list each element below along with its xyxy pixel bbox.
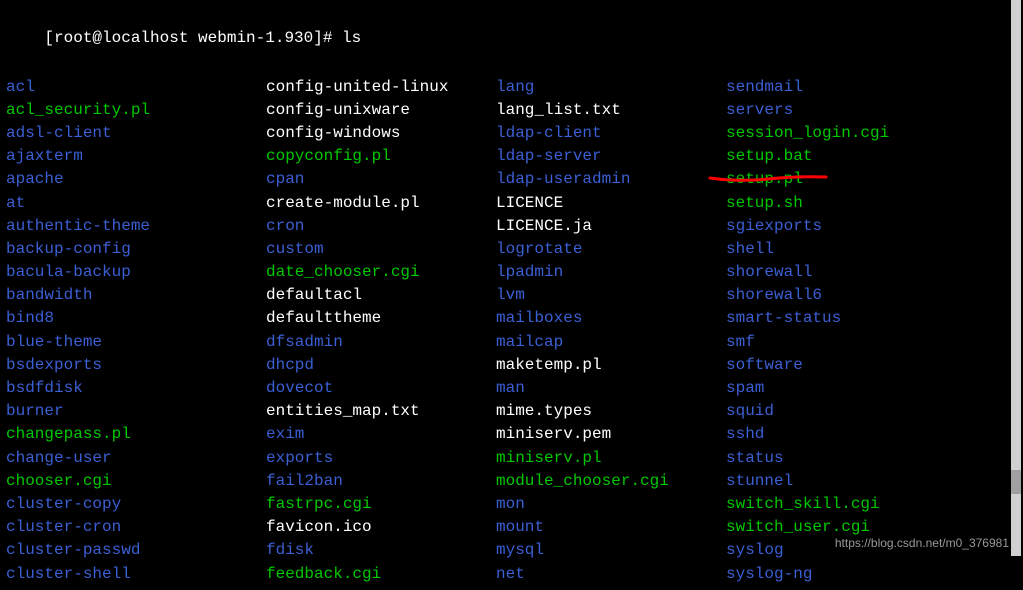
ls-entry-lang-list-txt: lang_list.txt [496,99,726,122]
ls-entry-lang: lang [496,76,726,99]
ls-entry-mysql: mysql [496,539,726,562]
ls-entry-custom: custom [266,238,496,261]
ls-entry-mailboxes: mailboxes [496,307,726,330]
ls-entry-fdisk: fdisk [266,539,496,562]
ls-entry-cpan: cpan [266,168,496,191]
ls-entry-entities-map-txt: entities_map.txt [266,400,496,423]
ls-entry-favicon-ico: favicon.ico [266,516,496,539]
ls-entry-apache: apache [6,168,266,191]
ls-entry-bsdfdisk: bsdfdisk [6,377,266,400]
ls-entry-cluster-cron: cluster-cron [6,516,266,539]
ls-entry-cluster-copy: cluster-copy [6,493,266,516]
ls-entry-mon: mon [496,493,726,516]
prompt-text: [root@localhost webmin-1.930]# ls [44,29,361,47]
ls-entry-shorewall: shorewall [726,261,1017,284]
ls-entry-sshd: sshd [726,423,1017,446]
ls-entry-dfsadmin: dfsadmin [266,331,496,354]
ls-column-4: sendmailserverssession_login.cgisetup.ba… [726,76,1017,586]
ls-entry-bind8: bind8 [6,307,266,330]
ls-entry-chooser-cgi: chooser.cgi [6,470,266,493]
ls-entry-miniserv-pem: miniserv.pem [496,423,726,446]
ls-entry-bacula-backup: bacula-backup [6,261,266,284]
ls-entry-mime-types: mime.types [496,400,726,423]
ls-entry-maketemp-pl: maketemp.pl [496,354,726,377]
ls-entry-blue-theme: blue-theme [6,331,266,354]
ls-entry-ldap-server: ldap-server [496,145,726,168]
ls-entry-smf: smf [726,331,1017,354]
ls-entry-setup-bat: setup.bat [726,145,1017,168]
ls-entry-ldap-useradmin: ldap-useradmin [496,168,726,191]
ls-entry-status: status [726,447,1017,470]
ls-entry-feedback-cgi: feedback.cgi [266,563,496,586]
ls-entry-create-module-pl: create-module.pl [266,192,496,215]
ls-entry-authentic-theme: authentic-theme [6,215,266,238]
ls-entry-at: at [6,192,266,215]
ls-entry-software: software [726,354,1017,377]
ls-entry-cron: cron [266,215,496,238]
ls-entry-mount: mount [496,516,726,539]
ls-entry-setup-sh: setup.sh [726,192,1017,215]
ls-entry-copyconfig-pl: copyconfig.pl [266,145,496,168]
ls-entry-switch-skill-cgi: switch_skill.cgi [726,493,1017,516]
ls-entry-ajaxterm: ajaxterm [6,145,266,168]
ls-entry-shorewall6: shorewall6 [726,284,1017,307]
ls-entry-sgiexports: sgiexports [726,215,1017,238]
ls-entry-bandwidth: bandwidth [6,284,266,307]
ls-entry-session-login-cgi: session_login.cgi [726,122,1017,145]
ls-entry-exports: exports [266,447,496,470]
watermark-text: https://blog.csdn.net/m0_376981 [835,535,1009,552]
ls-entry-cluster-shell: cluster-shell [6,563,266,586]
vertical-scrollbar[interactable] [1011,0,1021,556]
ls-entry-acl: acl [6,76,266,99]
ls-entry-dhcpd: dhcpd [266,354,496,377]
ls-entry-lpadmin: lpadmin [496,261,726,284]
ls-entry-defaulttheme: defaulttheme [266,307,496,330]
ls-entry-man: man [496,377,726,400]
ls-entry-licence-ja: LICENCE.ja [496,215,726,238]
ls-entry-ldap-client: ldap-client [496,122,726,145]
ls-entry-setup-pl: setup.pl [726,168,1017,191]
ls-entry-dovecot: dovecot [266,377,496,400]
ls-entry-net: net [496,563,726,586]
ls-entry-date-chooser-cgi: date_chooser.cgi [266,261,496,284]
ls-entry-cluster-passwd: cluster-passwd [6,539,266,562]
ls-column-1: aclacl_security.pladsl-clientajaxtermapa… [6,76,266,586]
ls-entry-lvm: lvm [496,284,726,307]
ls-entry-bsdexports: bsdexports [6,354,266,377]
ls-entry-sendmail: sendmail [726,76,1017,99]
ls-entry-change-user: change-user [6,447,266,470]
ls-entry-backup-config: backup-config [6,238,266,261]
ls-entry-stunnel: stunnel [726,470,1017,493]
ls-column-2: config-united-linuxconfig-unixwareconfig… [266,76,496,586]
ls-entry-servers: servers [726,99,1017,122]
ls-entry-module-chooser-cgi: module_chooser.cgi [496,470,726,493]
ls-entry-spam: spam [726,377,1017,400]
ls-entry-shell: shell [726,238,1017,261]
prompt-line: [root@localhost webmin-1.930]# ls [6,4,1017,74]
ls-entry-logrotate: logrotate [496,238,726,261]
ls-entry-defaultacl: defaultacl [266,284,496,307]
terminal-window[interactable]: [root@localhost webmin-1.930]# ls aclacl… [0,0,1023,590]
ls-entry-smart-status: smart-status [726,307,1017,330]
ls-entry-config-windows: config-windows [266,122,496,145]
ls-entry-exim: exim [266,423,496,446]
ls-entry-mailcap: mailcap [496,331,726,354]
scrollbar-thumb[interactable] [1011,470,1021,494]
ls-entry-miniserv-pl: miniserv.pl [496,447,726,470]
ls-entry-squid: squid [726,400,1017,423]
ls-entry-syslog-ng: syslog-ng [726,563,1017,586]
ls-entry-changepass-pl: changepass.pl [6,423,266,446]
ls-entry-config-unixware: config-unixware [266,99,496,122]
ls-entry-fail2ban: fail2ban [266,470,496,493]
ls-entry-licence: LICENCE [496,192,726,215]
ls-entry-fastrpc-cgi: fastrpc.cgi [266,493,496,516]
ls-entry-acl-security-pl: acl_security.pl [6,99,266,122]
ls-entry-burner: burner [6,400,266,423]
ls-entry-config-united-linux: config-united-linux [266,76,496,99]
ls-output: aclacl_security.pladsl-clientajaxtermapa… [6,76,1017,586]
ls-entry-adsl-client: adsl-client [6,122,266,145]
ls-column-3: langlang_list.txtldap-clientldap-serverl… [496,76,726,586]
